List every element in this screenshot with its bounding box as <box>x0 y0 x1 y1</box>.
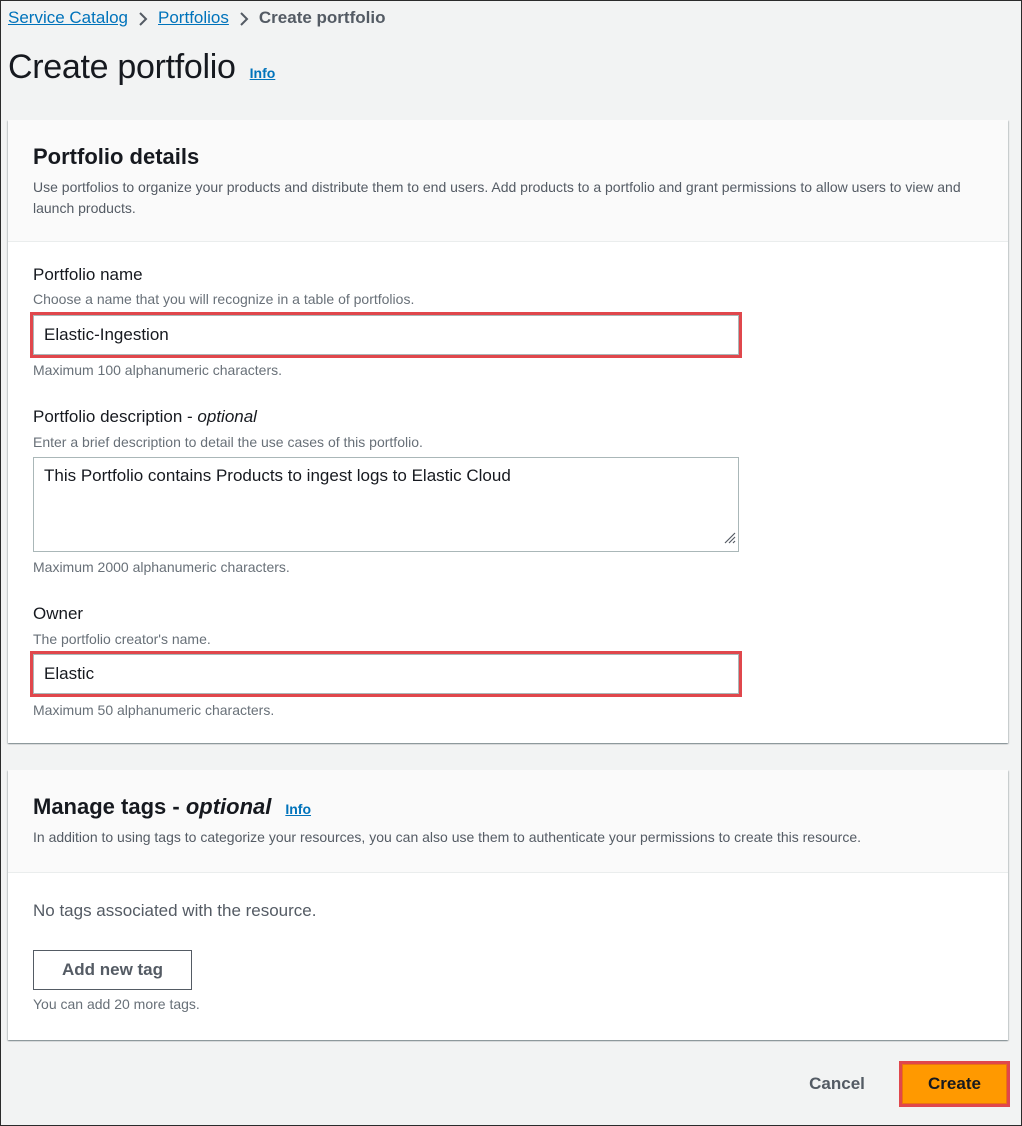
manage-tags-description: In addition to using tags to categorize … <box>33 829 862 845</box>
chevron-right-icon <box>128 8 158 28</box>
page-info-link[interactable]: Info <box>250 65 276 81</box>
page-header: Create portfolio Info <box>8 48 275 87</box>
portfolio-description-label-text: Portfolio description - <box>33 407 198 426</box>
owner-label: Owner <box>33 604 84 623</box>
no-tags-text: No tags associated with the resource. <box>33 901 317 920</box>
manage-tags-panel: Manage tags - optional Info In addition t… <box>8 770 1008 1040</box>
portfolio-details-header: Portfolio details Use portfolios to orga… <box>8 120 1008 242</box>
owner-hint: Maximum 50 alphanumeric characters. <box>33 702 275 718</box>
owner-description: The portfolio creator's name. <box>33 631 211 647</box>
breadcrumb-link-portfolios[interactable]: Portfolios <box>158 8 229 28</box>
page-title: Create portfolio <box>8 48 236 86</box>
cancel-button[interactable]: Cancel <box>790 1064 884 1104</box>
resize-grip-icon[interactable] <box>722 529 736 549</box>
add-new-tag-button[interactable]: Add new tag <box>33 950 192 990</box>
tags-remaining-hint: You can add 20 more tags. <box>33 996 200 1012</box>
portfolio-description-hint: Maximum 2000 alphanumeric characters. <box>33 559 290 575</box>
chevron-right-icon <box>229 8 259 28</box>
portfolio-name-hint: Maximum 100 alphanumeric characters. <box>33 362 282 378</box>
portfolio-details-title: Portfolio details <box>33 144 200 169</box>
portfolio-name-description: Choose a name that you will recognize in… <box>33 291 415 307</box>
portfolio-description-textarea[interactable]: This Portfolio contains Products to inge… <box>33 457 739 552</box>
portfolio-details-panel: Portfolio details Use portfolios to orga… <box>8 120 1008 743</box>
breadcrumb-link-service-catalog[interactable]: Service Catalog <box>8 8 128 28</box>
owner-input[interactable] <box>30 651 742 697</box>
portfolio-description-description: Enter a brief description to detail the … <box>33 434 423 450</box>
portfolio-name-label: Portfolio name <box>33 265 143 284</box>
create-button[interactable]: Create <box>899 1061 1010 1107</box>
manage-tags-title: Manage tags - optional Info <box>33 794 983 820</box>
breadcrumb-current: Create portfolio <box>258 8 386 27</box>
optional-label: optional <box>197 407 257 426</box>
optional-label: optional <box>185 794 272 819</box>
manage-tags-header: Manage tags - optional Info In addition t… <box>8 770 1008 873</box>
portfolio-details-description: Use portfolios to organize your products… <box>33 179 961 216</box>
portfolio-name-input[interactable] <box>30 312 742 358</box>
portfolio-description-value: This Portfolio contains Products to inge… <box>44 466 511 485</box>
breadcrumb: Service Catalog Portfolios Create portfo… <box>8 6 385 30</box>
manage-tags-title-text: Manage tags - <box>33 794 186 819</box>
portfolio-description-label: Portfolio description - optional <box>33 407 257 427</box>
manage-tags-info-link[interactable]: Info <box>285 801 311 817</box>
